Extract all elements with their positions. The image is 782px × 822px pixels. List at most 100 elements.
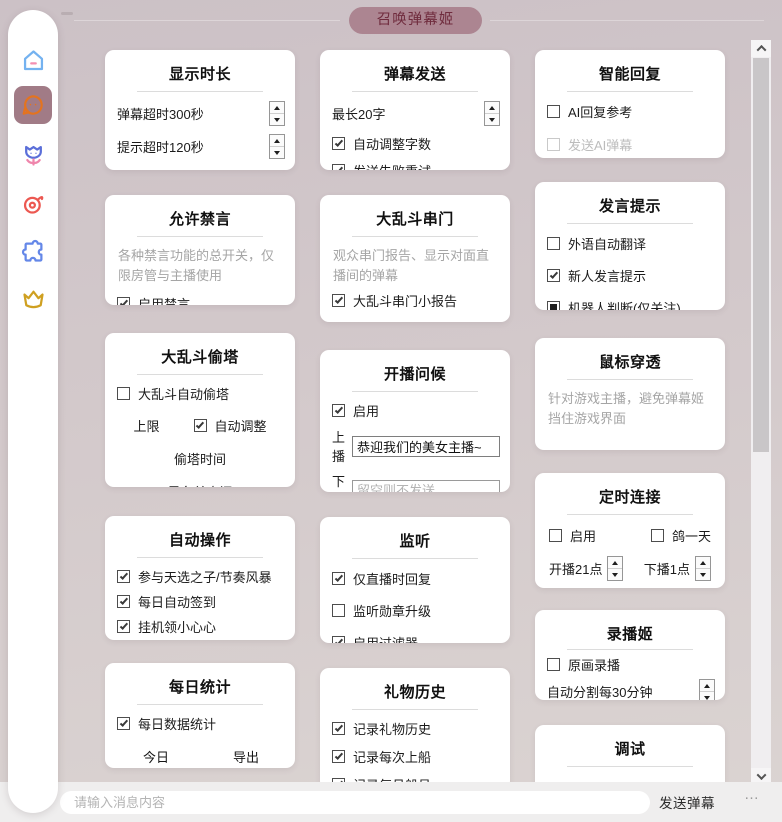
upper-limit-label[interactable]: 上限 bbox=[133, 416, 159, 435]
checkbox-original-quality[interactable]: 原画录播 bbox=[535, 655, 725, 674]
title-divider bbox=[567, 514, 692, 515]
checkbox-daily-signin[interactable]: 每日自动签到 bbox=[105, 592, 295, 611]
checkbox-medal-upgrade[interactable]: 监听勋章升级 bbox=[320, 601, 510, 620]
spinner-down-icon[interactable] bbox=[270, 113, 284, 125]
checkbox-icon bbox=[332, 294, 345, 307]
export-button[interactable]: 导出 bbox=[233, 747, 259, 766]
column-middle: 弹幕发送 最长20字 自动调整字数 发送失败重试 大乱斗串门 观众串门报告、显 bbox=[320, 50, 510, 790]
checkbox-record-gift-history[interactable]: 记录礼物历史 bbox=[320, 719, 510, 738]
checkbox-label: 自动调整字数 bbox=[353, 134, 431, 153]
home-icon bbox=[20, 47, 47, 74]
checkbox-enable-ban[interactable]: 启用禁言 bbox=[105, 294, 295, 305]
checkbox-send-ai-danmaku[interactable]: 发送AI弹幕 bbox=[535, 135, 725, 154]
end-hour-spinner[interactable] bbox=[695, 556, 711, 581]
stream-end-message-input[interactable] bbox=[352, 480, 500, 493]
card-title: 智能回复 bbox=[535, 63, 725, 84]
checkbox-greeting-enable[interactable]: 启用 bbox=[320, 401, 510, 420]
checkbox-auto-steal-tower[interactable]: 大乱斗自动偷塔 bbox=[105, 384, 295, 403]
auto-split-spinner[interactable] bbox=[699, 679, 715, 700]
checkbox-save-danmaku-record[interactable]: 保存弹幕记录 bbox=[105, 167, 295, 170]
chevron-up-icon bbox=[756, 45, 766, 55]
danmaku-timeout-spinner[interactable] bbox=[269, 101, 285, 126]
max-length-spinner[interactable] bbox=[484, 101, 500, 126]
checkbox-icon bbox=[117, 387, 130, 400]
checkbox-record-guard-buy[interactable]: 记录每次上船 bbox=[320, 747, 510, 766]
checkbox-pk-sync-message[interactable]: PK同步消息 bbox=[320, 319, 510, 322]
checkbox-icon bbox=[332, 750, 345, 763]
sidebar-item-record[interactable] bbox=[8, 186, 58, 220]
spinner-down-icon[interactable] bbox=[696, 568, 710, 580]
sidebar-item-danmaku-selected[interactable] bbox=[14, 86, 52, 124]
sidebar-item-flower[interactable] bbox=[8, 138, 58, 172]
more-options-button[interactable]: … bbox=[744, 786, 760, 803]
spinner-up-icon[interactable] bbox=[696, 557, 710, 568]
checkbox-ai-reply-reference[interactable]: AI回复参考 bbox=[535, 102, 725, 121]
sidebar-item-plugin[interactable] bbox=[8, 234, 58, 268]
title-divider bbox=[137, 704, 262, 705]
checkbox-retry-on-fail[interactable]: 发送失败重试 bbox=[320, 161, 510, 170]
checkbox-auto-adjust-length[interactable]: 自动调整字数 bbox=[320, 134, 510, 153]
card-live-greeting: 开播问候 启用 上播 下播 自动更换勋章 bbox=[320, 350, 510, 492]
checkbox-icon bbox=[117, 297, 130, 305]
checkbox-daily-data-stats[interactable]: 每日数据统计 bbox=[105, 714, 295, 733]
start-hour-spinner[interactable] bbox=[607, 556, 623, 581]
spinner-up-icon[interactable] bbox=[608, 557, 622, 568]
card-title: 弹幕发送 bbox=[320, 63, 510, 84]
hint-timeout-spinner[interactable] bbox=[269, 134, 285, 159]
scrollbar-thumb[interactable] bbox=[753, 58, 769, 452]
title-divider bbox=[137, 374, 262, 375]
spinner-down-icon[interactable] bbox=[485, 113, 499, 125]
app-window: 召唤弹幕姬 bbox=[0, 0, 782, 822]
checkbox-reply-live-only[interactable]: 仅直播时回复 bbox=[320, 569, 510, 588]
spinner-down-icon[interactable] bbox=[608, 568, 622, 580]
sidebar-item-home[interactable] bbox=[8, 43, 58, 77]
checkbox-pk-visit-report[interactable]: 大乱斗串门小报告 bbox=[320, 291, 510, 310]
card-title: 允许禁言 bbox=[105, 208, 295, 229]
message-input[interactable] bbox=[60, 791, 650, 814]
card-timed-connect: 定时连接 启用 鸽一天 开播21点 bbox=[535, 473, 725, 588]
checkbox-lottery-storm[interactable]: 参与天选之子/节奏风暴 bbox=[105, 567, 295, 586]
checkbox-label: 每日数据统计 bbox=[138, 714, 216, 733]
spinner-down-icon[interactable] bbox=[270, 146, 284, 158]
blacklist-room-label[interactable]: 黑名单房间 bbox=[105, 482, 295, 487]
checkbox-newcomer-hint[interactable]: 新人发言提示 bbox=[535, 266, 725, 285]
spinner-down-icon[interactable] bbox=[700, 691, 714, 700]
checkbox-timed-enable[interactable]: 启用 bbox=[549, 526, 596, 545]
scroll-up-button[interactable] bbox=[751, 40, 771, 57]
card-title: 调试 bbox=[535, 738, 725, 759]
checkbox-skip-day[interactable]: 鸽一天 bbox=[651, 526, 711, 545]
spinner-up-icon[interactable] bbox=[270, 135, 284, 146]
checkbox-label: 发送失败重试 bbox=[353, 161, 431, 170]
steal-time-label[interactable]: 偷塔时间 bbox=[105, 449, 295, 468]
checkbox-icon bbox=[547, 237, 560, 250]
checkbox-auto-translate[interactable]: 外语自动翻译 bbox=[535, 234, 725, 253]
spinner-up-icon[interactable] bbox=[270, 102, 284, 113]
checkbox-label: PK同步消息 bbox=[353, 319, 422, 322]
record-icon bbox=[20, 190, 47, 217]
spinner-up-icon[interactable] bbox=[485, 102, 499, 113]
card-title: 监听 bbox=[320, 530, 510, 551]
checkbox-icon bbox=[332, 164, 345, 170]
spinner-up-icon[interactable] bbox=[700, 680, 714, 691]
checkbox-label: 启用禁言 bbox=[138, 294, 190, 305]
card-recorder: 录播姬 原画录播 自动分割每30分钟 bbox=[535, 610, 725, 700]
checkbox-enable-filter[interactable]: 启用过滤器 bbox=[320, 633, 510, 643]
checkbox-robot-detection[interactable]: 机器人判断(仅关注) bbox=[535, 298, 725, 310]
checkbox-auto-adjust-limit[interactable]: 自动调整 bbox=[194, 416, 267, 435]
checkbox-idle-hearts[interactable]: 挂机领小心心 bbox=[105, 617, 295, 636]
card-pk-tower: 大乱斗偷塔 大乱斗自动偷塔 上限 自动调整 偷塔时间 黑名单房间 bbox=[105, 333, 295, 487]
title-divider bbox=[567, 379, 692, 380]
today-button[interactable]: 今日 bbox=[143, 747, 169, 766]
hint-timeout-label: 提示超时120秒 bbox=[117, 137, 204, 156]
checkbox-icon bbox=[547, 301, 560, 310]
minimize-button[interactable] bbox=[61, 12, 73, 15]
card-title: 大乱斗偷塔 bbox=[105, 346, 295, 367]
summon-danmaku-button[interactable]: 召唤弹幕姬 bbox=[349, 7, 482, 34]
checkbox-icon bbox=[332, 636, 345, 643]
stream-start-message-input[interactable] bbox=[352, 436, 500, 457]
send-danmaku-button[interactable]: 发送弹幕 bbox=[659, 792, 715, 812]
flower-icon bbox=[20, 142, 47, 169]
crown-icon bbox=[20, 285, 47, 312]
vertical-scrollbar[interactable] bbox=[751, 40, 771, 785]
sidebar-item-crown[interactable] bbox=[8, 281, 58, 315]
